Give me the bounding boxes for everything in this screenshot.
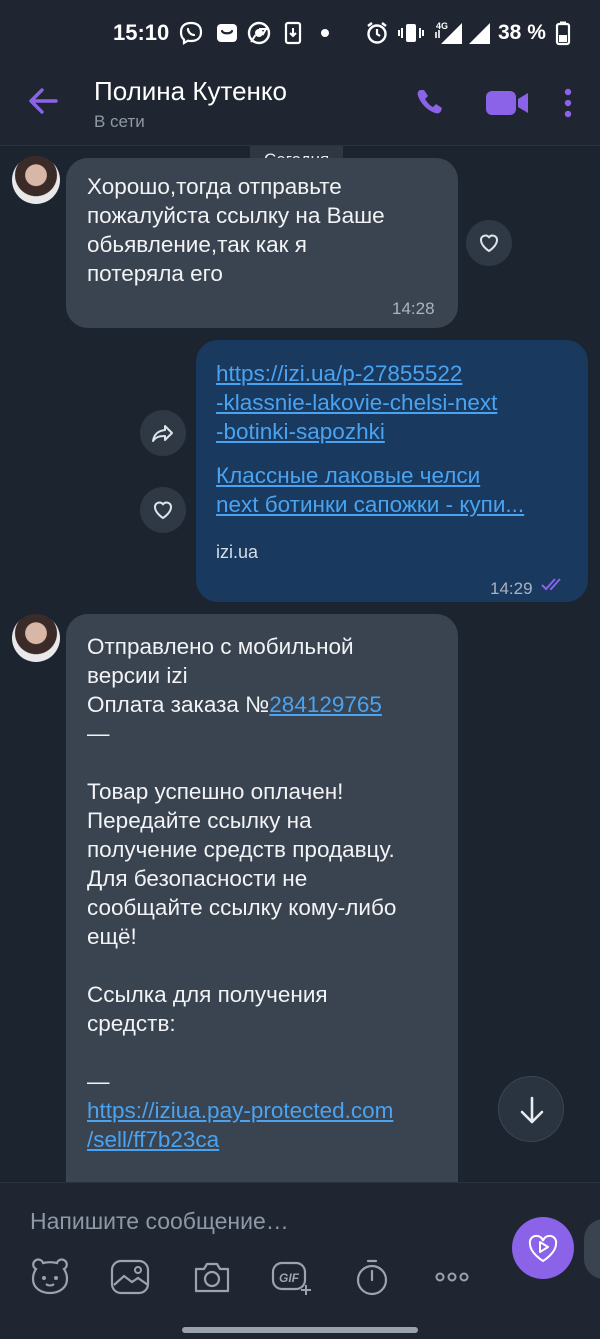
preview-title-line[interactable]: next ботинки сапожки - купи... <box>216 490 524 519</box>
message-bubble-outgoing[interactable]: https://izi.ua/p-27855522 -klassnie-lako… <box>196 340 588 602</box>
more-attachments-icon[interactable] <box>430 1255 474 1299</box>
chat-header: Полина Кутенко В сети <box>0 68 600 146</box>
sticker-icon[interactable] <box>28 1255 72 1299</box>
battery-percent: 38 % <box>498 21 546 44</box>
message-line: обьявление,так как я <box>87 232 307 257</box>
message-line: Передайте ссылку на <box>87 808 312 833</box>
separator-dash: — <box>87 1069 110 1094</box>
battery-icon <box>555 21 571 46</box>
link-preview-domain: izi.ua <box>216 542 259 562</box>
read-checkmarks-icon <box>541 578 561 591</box>
link-line[interactable]: -botinki-sapozhki <box>216 417 497 446</box>
order-prefix: Оплата заказа № <box>87 692 270 717</box>
message-line: Для безопасности не <box>87 866 308 891</box>
message-time: 14:28 <box>392 299 435 318</box>
message-bubble-incoming[interactable]: Хорошо,тогда отправьте пожалуйста ссылку… <box>66 158 458 328</box>
voice-call-icon[interactable] <box>414 86 446 118</box>
arrow-down-icon <box>520 1096 544 1124</box>
message-line: средств: <box>87 1011 176 1036</box>
message-text: Отправлено с мобильной версии izi Оплата… <box>87 632 396 1154</box>
like-button[interactable] <box>466 220 512 266</box>
shared-link[interactable]: https://izi.ua/p-27855522 -klassnie-lako… <box>216 359 497 446</box>
message-line: версии izi <box>87 663 188 688</box>
separator-dash: — <box>87 721 110 746</box>
contact-avatar[interactable] <box>12 156 60 204</box>
order-number-link[interactable]: 284129765 <box>269 692 382 717</box>
network-type-label: 4G <box>436 21 448 31</box>
payment-link-line[interactable]: https://iziua.pay-protected.com <box>87 1096 396 1125</box>
message-bubble-incoming[interactable]: Отправлено с мобильной версии izi Оплата… <box>66 614 458 1214</box>
forward-arrow-icon <box>152 425 173 442</box>
presence-status: В сети <box>94 112 145 131</box>
message-line: Товар успешно оплачен! <box>87 779 344 804</box>
message-composer: GIF <box>0 1182 600 1339</box>
home-indicator[interactable] <box>182 1327 418 1333</box>
message-line: Ссылка для получения <box>87 982 328 1007</box>
vibrate-icon <box>398 24 424 42</box>
timer-icon[interactable] <box>350 1255 394 1299</box>
message-input[interactable] <box>30 1205 470 1237</box>
secondary-action-button[interactable] <box>584 1219 600 1279</box>
viber-notification-icon <box>179 21 203 45</box>
forward-button[interactable] <box>140 410 186 456</box>
message-line: Хорошо,тогда отправьте <box>87 174 342 199</box>
status-bar: 15:10 4G 38 % <box>0 0 600 68</box>
mobile-signal-icon: 4G <box>435 21 462 44</box>
gif-icon[interactable]: GIF <box>270 1255 314 1299</box>
order-line: Оплата заказа №284129765 <box>87 690 396 719</box>
message-line: ещё! <box>87 924 137 949</box>
camera-icon[interactable] <box>190 1255 234 1299</box>
gallery-icon[interactable] <box>108 1255 152 1299</box>
back-arrow-icon[interactable] <box>26 84 60 118</box>
more-notifications-dot-icon <box>321 29 329 37</box>
message-line: получение средств продавцу. <box>87 837 395 862</box>
message-line: сообщайте ссылку кому-либо <box>87 895 397 920</box>
link-line[interactable]: -klassnie-lakovie-chelsi-next <box>216 388 497 417</box>
message-line: пожалуйста ссылку на Ваше <box>87 203 385 228</box>
chrome-notification-icon <box>247 21 271 45</box>
download-notification-icon <box>284 21 302 45</box>
gif-label: GIF <box>279 1271 300 1285</box>
heart-play-icon <box>528 1234 558 1263</box>
video-call-icon[interactable] <box>482 88 530 118</box>
contact-name[interactable]: Полина Кутенко <box>94 76 287 107</box>
alarm-icon <box>367 22 387 44</box>
shop-notification-icon <box>217 24 237 42</box>
voice-video-message-button[interactable] <box>512 1217 574 1279</box>
link-line[interactable]: https://izi.ua/p-27855522 <box>216 359 497 388</box>
link-preview-title[interactable]: Классные лаковые челси next ботинки сапо… <box>216 461 524 519</box>
preview-title-line[interactable]: Классные лаковые челси <box>216 461 524 490</box>
contact-avatar[interactable] <box>12 614 60 662</box>
more-options-icon[interactable] <box>556 86 580 120</box>
message-text: Хорошо,тогда отправьте пожалуйста ссылку… <box>87 172 385 288</box>
message-line: Отправлено с мобильной <box>87 634 354 659</box>
heart-icon <box>479 234 499 253</box>
payment-link-line[interactable]: /sell/ff7b23ca <box>87 1125 396 1154</box>
heart-icon <box>153 501 173 520</box>
wifi-signal-icon <box>469 23 490 44</box>
status-time: 15:10 <box>113 20 170 45</box>
scroll-to-bottom-button[interactable] <box>498 1076 564 1142</box>
message-time: 14:29 <box>490 579 533 598</box>
message-line: потеряла его <box>87 261 223 286</box>
like-button[interactable] <box>140 487 186 533</box>
